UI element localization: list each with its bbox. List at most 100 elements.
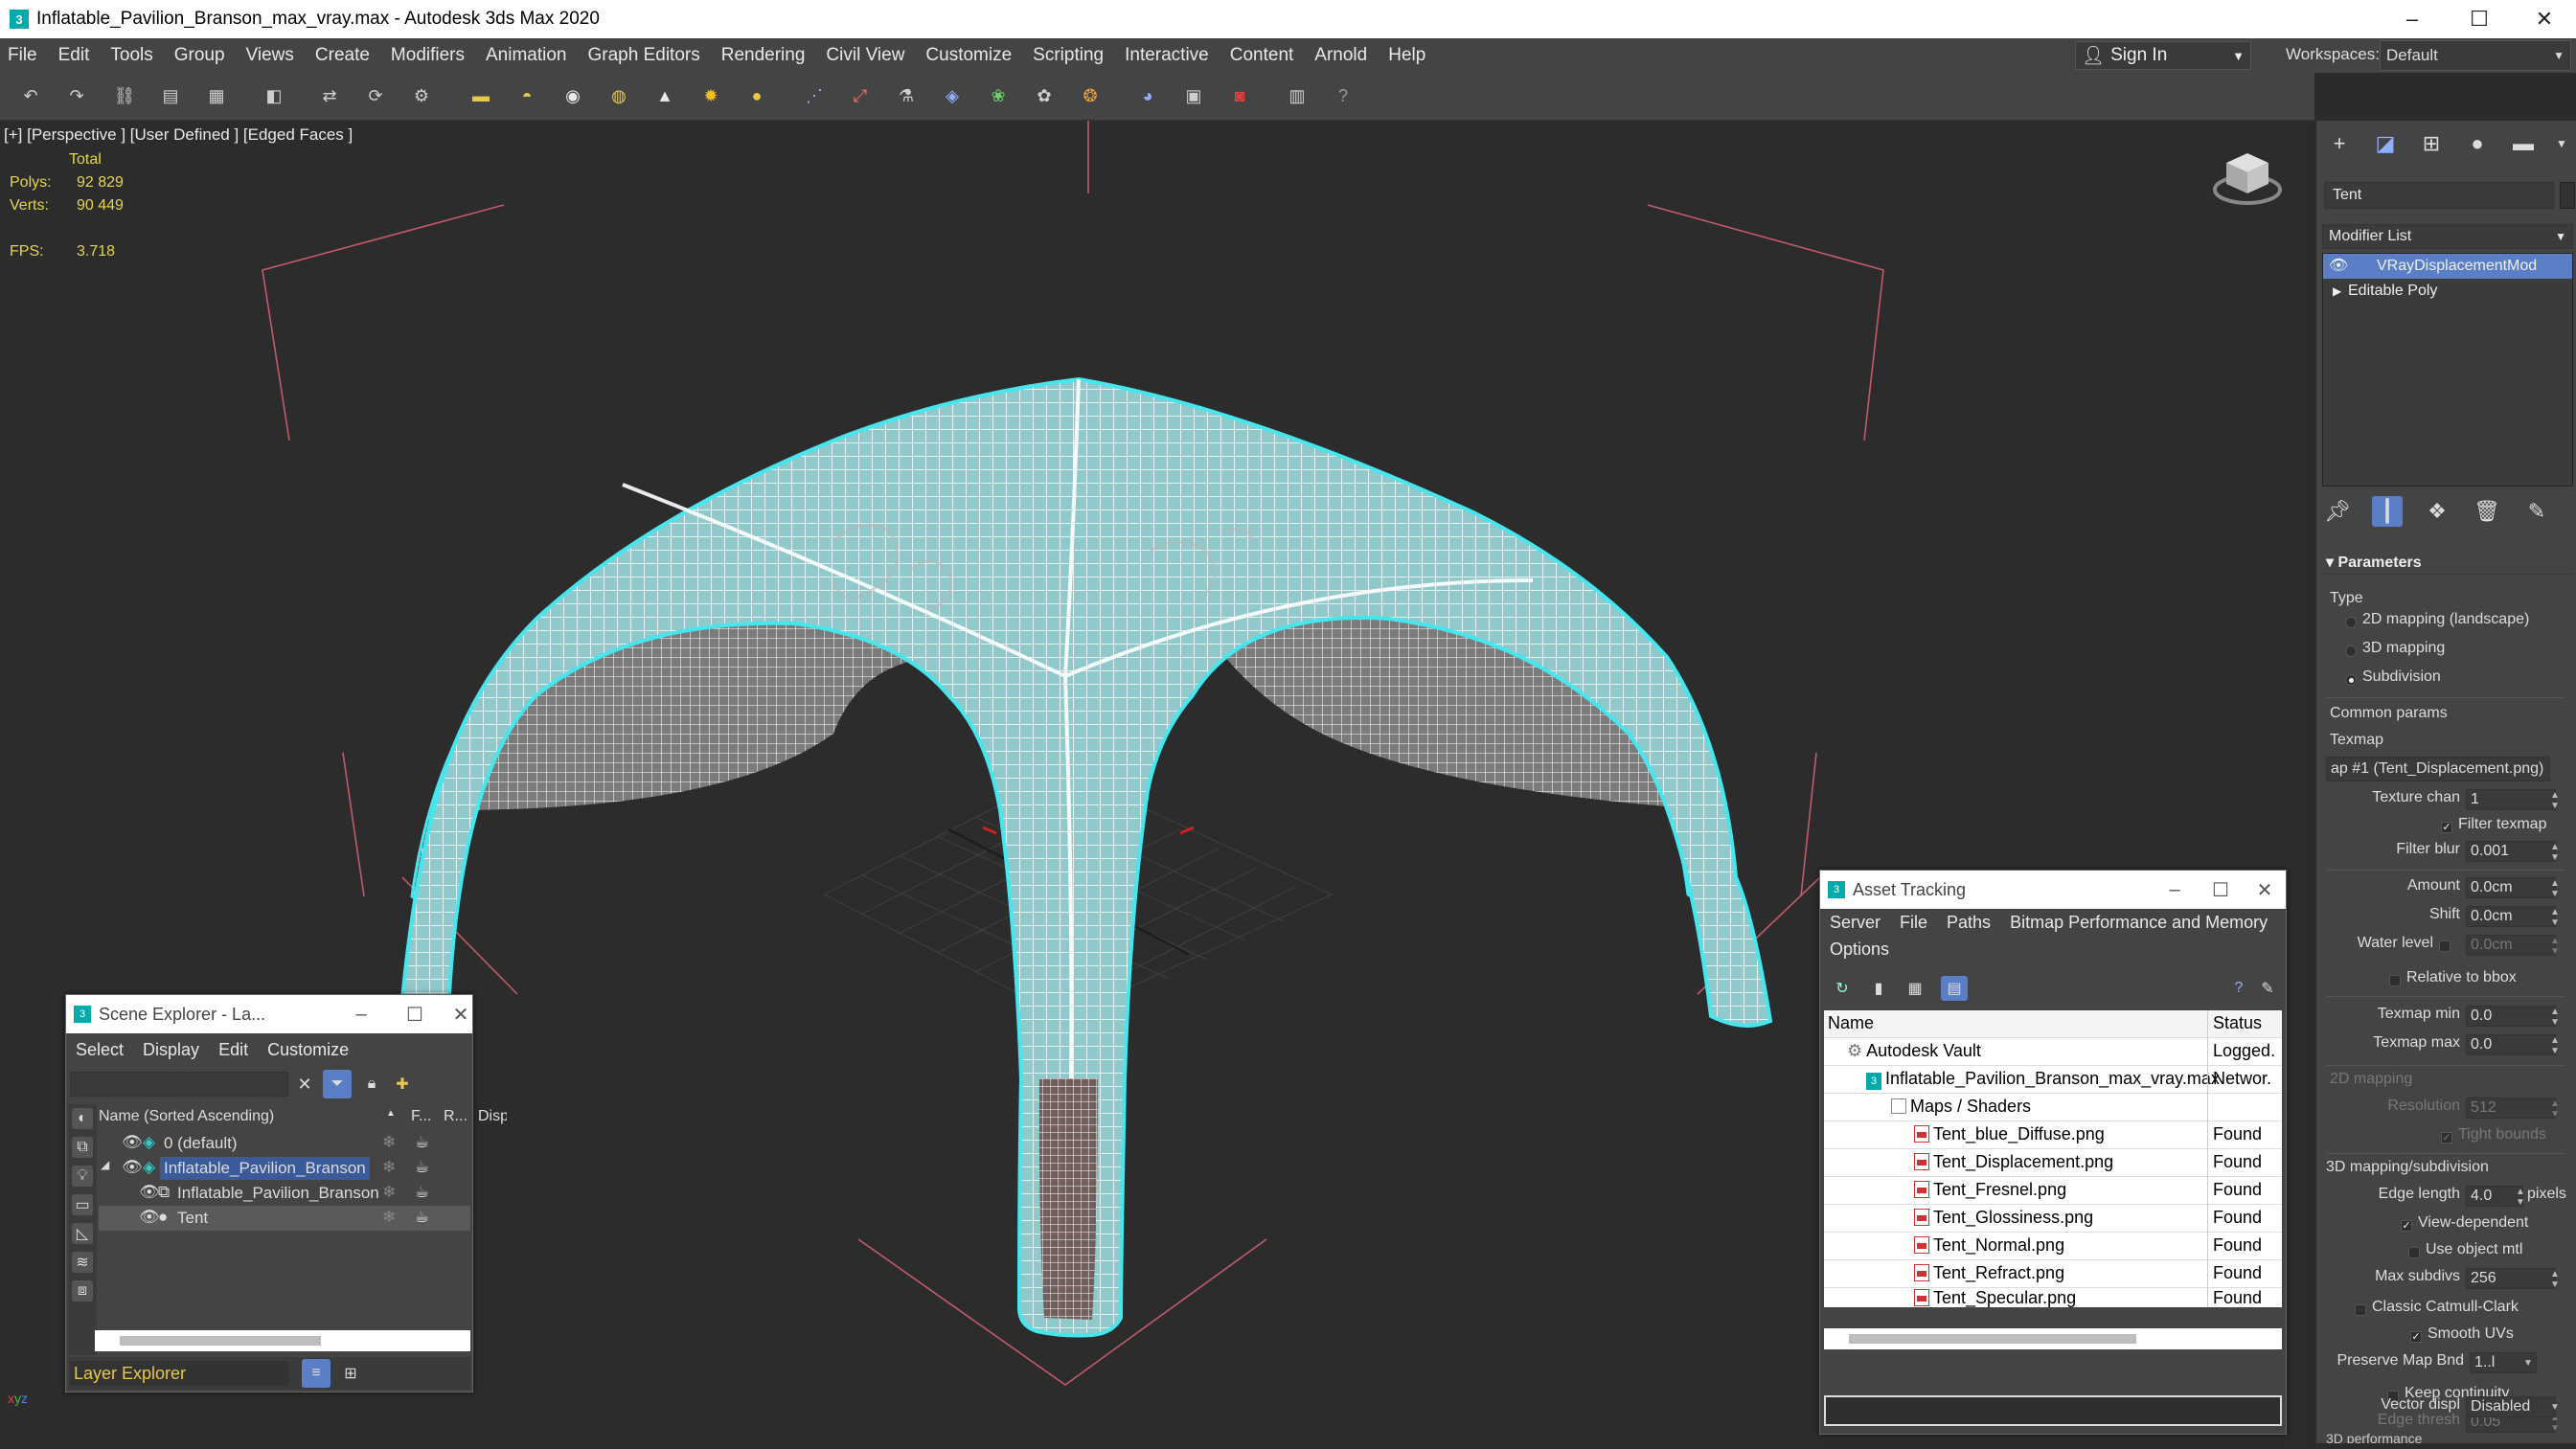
menu-scripting[interactable]: Scripting <box>1022 45 1114 66</box>
menu-edit[interactable]: Edit <box>209 1040 258 1060</box>
spinner-icon[interactable]: ▲ ▼ <box>2550 936 2560 957</box>
select-region-icon[interactable]: ⚙ <box>408 82 435 109</box>
eye-icon[interactable]: 👁︎ <box>139 1183 160 1202</box>
column-frozen[interactable]: F... <box>411 1108 431 1125</box>
selection-filter-icon[interactable]: ◧ <box>261 82 287 109</box>
max-subdivs-input[interactable]: 256 <box>2466 1268 2556 1289</box>
checkbox-icon[interactable]: ✓ <box>2441 1132 2452 1143</box>
render-teapot-icon[interactable]: ☕︎ <box>415 1183 429 1202</box>
use-object-mtl-check[interactable]: Use object mtl <box>2320 1241 2574 1264</box>
shift-input[interactable]: 0.0cm <box>2466 906 2556 927</box>
table-row[interactable]: Tent_Glossiness.png Found <box>1824 1205 2282 1233</box>
column-render[interactable]: R... <box>444 1108 467 1125</box>
viewcube-icon[interactable] <box>2213 147 2282 207</box>
close-icon[interactable]: ✕ <box>438 995 484 1033</box>
render-teapot-icon[interactable]: ☕︎ <box>415 1208 429 1227</box>
tree-row-tent[interactable]: 👁︎ ● Tent ❄︎ ☕︎ <box>99 1206 470 1231</box>
table-row[interactable]: Tent_Normal.png Found <box>1824 1233 2282 1260</box>
motion-tab-icon[interactable]: ● <box>2462 130 2493 157</box>
spinner-icon[interactable]: ▲ ▼ <box>2550 907 2560 928</box>
checkbox-icon[interactable]: ✓ <box>2441 822 2452 833</box>
menu-arnold[interactable]: Arnold <box>1304 45 1378 66</box>
minimize-icon[interactable]: – <box>338 995 384 1033</box>
object-name-field[interactable]: Tent <box>2324 182 2554 209</box>
mirror-icon[interactable]: ⋰ <box>801 82 828 109</box>
expand-arrow-icon[interactable]: ◢ <box>101 1158 109 1171</box>
spinner-icon[interactable]: ▲ ▼ <box>2550 878 2560 899</box>
menu-bitmap-performance[interactable]: Bitmap Performance and Memory <box>2000 913 2277 933</box>
cone-icon[interactable]: ▲ <box>651 82 678 109</box>
render-setup-icon[interactable]: ❂ <box>1077 82 1104 109</box>
menu-file[interactable]: File <box>1890 913 1937 933</box>
dome-icon[interactable]: ◓ <box>513 82 540 109</box>
expand-arrow-icon[interactable]: ▶ <box>2333 279 2341 304</box>
table-row[interactable]: Maps / Shaders <box>1824 1094 2282 1121</box>
smooth-uvs-check[interactable]: ✓ Smooth UVs <box>2320 1325 2574 1348</box>
sort-by-hierarchy-icon[interactable]: ⊞ <box>336 1359 365 1388</box>
remove-modifier-icon[interactable]: 🗑︎ <box>2472 496 2502 527</box>
tree-row-pavilion-group[interactable]: 👁︎ ⧉ Inflatable_Pavilion_Branson ❄︎ ☕︎ <box>99 1181 470 1206</box>
menu-select[interactable]: Select <box>66 1040 133 1060</box>
light-icon[interactable]: ✹ <box>697 82 724 109</box>
menu-content[interactable]: Content <box>1220 45 1305 66</box>
lock-icon[interactable]: 🔒︎ <box>359 1072 384 1097</box>
hierarchy-tab-icon[interactable]: ⊞ <box>2416 130 2447 157</box>
torus-icon[interactable]: ◍ <box>605 82 632 109</box>
display-helpers-icon[interactable]: ◺ <box>72 1223 93 1244</box>
relative-to-bbox-check[interactable]: Relative to bbox <box>2320 969 2574 992</box>
freeze-icon[interactable]: ❄︎ <box>382 1208 396 1227</box>
radio-icon[interactable] <box>2345 645 2357 657</box>
scene-explorer-icon[interactable]: ▥ <box>1284 82 1311 109</box>
table-row[interactable]: Tent_blue_Diffuse.png Found <box>1824 1121 2282 1149</box>
column-name[interactable]: Name <box>1828 1013 1874 1033</box>
tight-bounds-check[interactable]: ✓ Tight bounds <box>2320 1126 2574 1149</box>
tree-row-default-layer[interactable]: 👁︎ ◈ 0 (default) ❄︎ ☕︎ <box>99 1131 470 1156</box>
scrollbar-thumb[interactable] <box>120 1336 321 1346</box>
render-teapot-icon[interactable]: ☕︎ <box>415 1133 429 1152</box>
render-icon[interactable]: ▣ <box>1180 82 1207 109</box>
material-icon[interactable]: ● <box>743 82 770 109</box>
tree-row-pavilion-layer[interactable]: ◢ 👁︎ ◈ Inflatable_Pavilion_Branson ❄︎ ☕︎ <box>99 1156 470 1181</box>
clear-search-icon[interactable]: ✕ <box>292 1072 317 1097</box>
schematic-view-icon[interactable]: ❀ <box>985 82 1012 109</box>
horizontal-scrollbar[interactable] <box>1824 1328 2282 1349</box>
help-icon[interactable]: ? <box>2228 978 2249 999</box>
menu-customize[interactable]: Customize <box>258 1040 358 1060</box>
menu-file[interactable]: File <box>0 45 48 66</box>
texmap-max-input[interactable]: 0.0 <box>2466 1034 2556 1055</box>
explorer-type-dropdown[interactable]: Layer Explorer <box>70 1361 288 1386</box>
configure-sets-icon[interactable]: ✎ <box>2521 496 2552 527</box>
menu-animation[interactable]: Animation <box>475 45 578 66</box>
vector-displ-dropdown[interactable]: Disabled <box>2466 1396 2556 1417</box>
freeze-icon[interactable]: ❄︎ <box>382 1183 396 1202</box>
menu-server[interactable]: Server <box>1820 913 1890 933</box>
type-subdivision-radio[interactable]: Subdivision <box>2320 668 2574 691</box>
eye-icon[interactable]: 👁︎ <box>139 1208 160 1227</box>
box-icon[interactable]: ▬ <box>467 82 494 109</box>
column-name[interactable]: Name (Sorted Ascending) <box>99 1108 274 1125</box>
radio-icon[interactable] <box>2345 617 2357 628</box>
menu-graph-editors[interactable]: Graph Editors <box>578 45 711 66</box>
table-row[interactable]: Tent_Fresnel.png Found <box>1824 1177 2282 1205</box>
close-icon[interactable]: ✕ <box>2242 871 2288 909</box>
menu-group[interactable]: Group <box>164 45 236 66</box>
checkbox-icon[interactable]: ✓ <box>2410 1331 2422 1343</box>
show-end-result-icon[interactable]: ┃ <box>2372 496 2403 527</box>
path-input[interactable] <box>1824 1395 2282 1426</box>
radio-icon[interactable] <box>2345 674 2357 686</box>
amount-input[interactable]: 0.0cm <box>2466 877 2556 898</box>
layer-manager-icon[interactable]: ⚗ <box>893 82 920 109</box>
minimize-icon[interactable]: – <box>2152 871 2198 909</box>
help-icon[interactable]: ? <box>1330 82 1356 109</box>
display-geometry-icon[interactable]: ⧉ <box>72 1137 93 1158</box>
checkbox-icon[interactable] <box>2389 975 2401 986</box>
checkbox-icon[interactable] <box>2355 1304 2366 1316</box>
checkbox-icon[interactable]: ✓ <box>2401 1220 2412 1232</box>
align-icon[interactable]: ⤢ <box>847 82 874 109</box>
list-view-icon[interactable]: ▮ <box>1868 978 1889 999</box>
table-row[interactable]: 3 Inflatable_Pavilion_Branson_max_vray.ma… <box>1824 1066 2282 1094</box>
scrollbar-thumb[interactable] <box>1849 1334 2136 1344</box>
spinner-icon[interactable]: ▲ ▼ <box>2550 1269 2560 1290</box>
sign-in-dropdown[interactable]: 👤︎ Sign In ▼ <box>2075 41 2251 70</box>
eye-icon[interactable]: 👁︎ <box>122 1133 143 1152</box>
